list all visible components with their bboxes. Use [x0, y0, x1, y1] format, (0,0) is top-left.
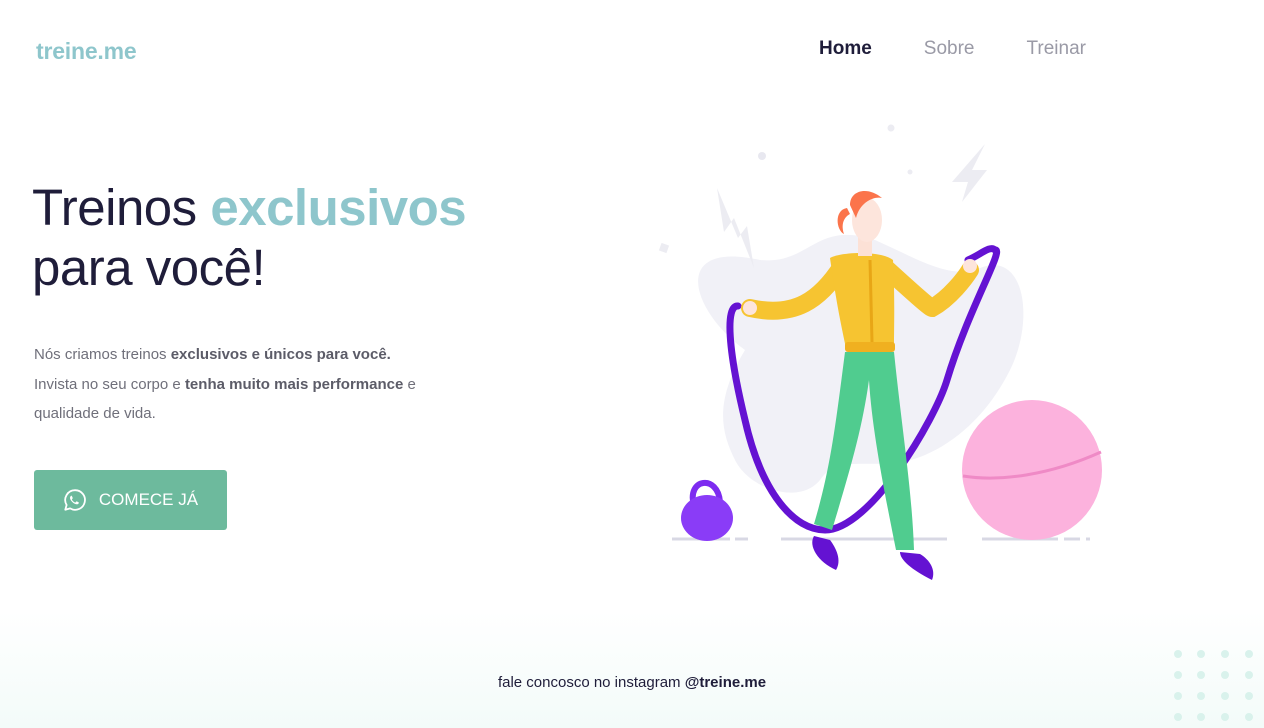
start-now-label: COMECE JÁ	[98, 490, 199, 509]
person-shoe	[812, 536, 839, 570]
footer-instagram: fale concosco no instagram @treine.me	[0, 674, 1264, 691]
hero-description: Nós criamos treinos exclusivos e únicos …	[34, 340, 464, 429]
hero-title-accent: exclusivos	[210, 179, 467, 236]
person-shoe	[900, 552, 934, 580]
sparkle-dot	[907, 169, 913, 175]
desc-line2-bold: tenha muito mais performance	[184, 375, 404, 393]
hero-desc-line1: Nós criamos treinos exclusivos e únicos …	[34, 340, 464, 370]
fitness-illustration	[658, 124, 1102, 580]
main-nav: Home Sobre Treinar	[819, 38, 1138, 60]
nav-item-treinar[interactable]: Treinar	[1027, 38, 1086, 60]
dot-pattern	[1174, 650, 1253, 721]
hero-desc-line2: Invista no seu corpo e tenha muito mais …	[34, 370, 464, 400]
sparkle-dot	[758, 152, 766, 160]
hero-title: Treinos exclusivos para você!	[32, 178, 467, 298]
instagram-handle[interactable]: @treine.me	[685, 674, 766, 691]
lightning-icon	[952, 144, 987, 202]
desc-line1-bold: exclusivos e únicos para você.	[170, 346, 391, 363]
sparkle-square	[658, 242, 670, 254]
nav-item-sobre[interactable]: Sobre	[924, 38, 975, 60]
hero-title-part2: para você!	[32, 239, 266, 296]
footer-text: fale concosco no instagram	[497, 674, 685, 691]
hero-desc-line3: qualidade de vida.	[34, 405, 156, 422]
exercise-ball	[962, 400, 1102, 540]
whatsapp-icon	[64, 489, 86, 511]
hero-title-part1: Treinos	[32, 179, 211, 236]
brand-logo[interactable]: treine.me	[36, 38, 137, 65]
desc-line1-plain: Nós criamos treinos	[34, 346, 171, 363]
sparkle-dot	[887, 124, 895, 132]
start-now-button[interactable]: COMECE JÁ	[34, 470, 227, 530]
nav-item-home[interactable]: Home	[819, 38, 872, 60]
desc-line2-plain1: Invista no seu corpo e	[34, 375, 185, 393]
lightning-icon	[717, 188, 754, 268]
desc-line2-plain2: e	[403, 375, 416, 393]
person-hand	[743, 301, 757, 315]
person-hand	[963, 259, 977, 273]
